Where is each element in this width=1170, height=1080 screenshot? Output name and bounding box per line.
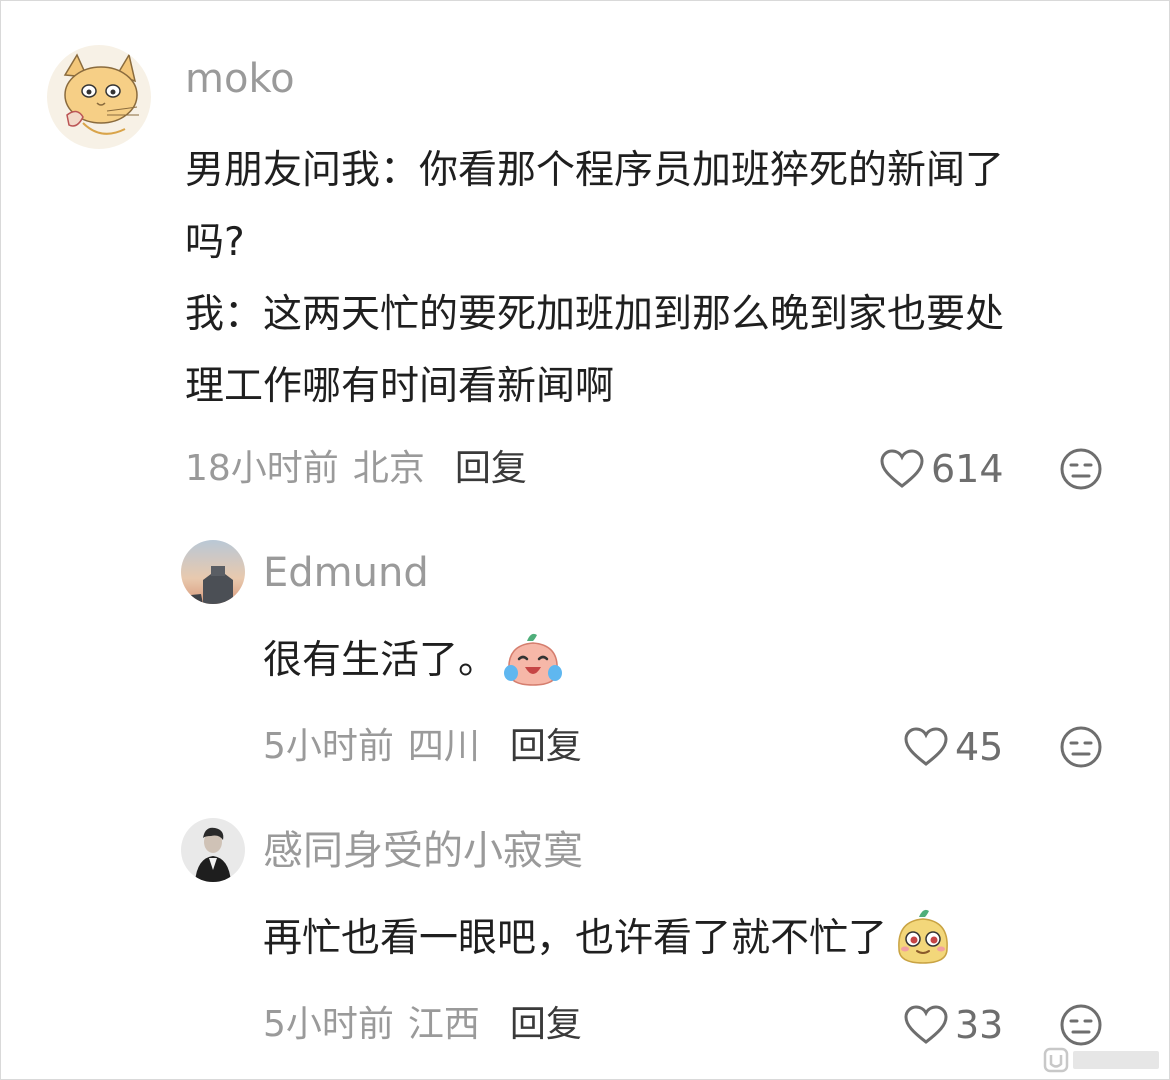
smug-emoji-icon [891, 905, 955, 969]
username[interactable]: Edmund [263, 553, 429, 593]
comment-text-line: 理工作哪有时间看新闻啊 [185, 364, 615, 409]
laughing-crying-emoji-icon [501, 627, 565, 691]
neutral-face-icon [1060, 448, 1102, 490]
sunset-building-avatar-icon [181, 540, 245, 604]
comment-text-content: 再忙也看一眼吧，也许看了就不忙了 [263, 916, 888, 961]
reply-button[interactable]: 回复 [510, 1007, 582, 1043]
like-button[interactable]: 45 [903, 726, 1003, 768]
comment-text: 再忙也看一眼吧，也许看了就不忙了 [263, 903, 955, 975]
username[interactable]: 感同身受的小寂寞 [263, 831, 583, 871]
cat-sketch-avatar-icon [47, 45, 151, 149]
like-count: 45 [955, 725, 1004, 769]
username[interactable]: moko [185, 59, 295, 99]
avatar[interactable] [181, 540, 245, 604]
comment-text-line: 男朋友问我：你看那个程序员加班猝死的新闻了 [185, 148, 1005, 193]
comment-time: 5小时前 [263, 726, 394, 767]
dislike-button[interactable] [1059, 725, 1103, 769]
comment-text-line: 吗? [185, 220, 245, 265]
heart-icon [904, 727, 948, 766]
avatar[interactable] [181, 818, 245, 882]
like-count: 33 [955, 1003, 1004, 1047]
neutral-face-icon [1060, 726, 1102, 768]
comment-text: 很有生活了。 [263, 625, 565, 697]
heart-icon [880, 449, 924, 488]
comment-text-line: 我：这两天忙的要死加班加到那么晚到家也要处 [185, 292, 1005, 337]
comment-meta: 18小时前 北京 回复 [185, 451, 527, 487]
dislike-button[interactable] [1059, 447, 1103, 491]
comment-list: moko 男朋友问我：你看那个程序员加班猝死的新闻了 吗? 我：这两天忙的要死加… [0, 0, 1170, 1080]
comment-meta: 5小时前 四川 回复 [263, 729, 582, 765]
dislike-button[interactable] [1059, 1003, 1103, 1047]
person-suit-avatar-icon [181, 818, 245, 882]
comment-location: 四川 [407, 726, 480, 767]
comment-text-content: 很有生活了。 [263, 638, 498, 683]
heart-icon [904, 1005, 948, 1044]
reply-button[interactable]: 回复 [455, 451, 527, 487]
like-button[interactable]: 33 [903, 1004, 1003, 1046]
comment-location: 江西 [407, 1004, 480, 1045]
reply-button[interactable]: 回复 [510, 729, 582, 765]
comment-time: 5小时前 [263, 1004, 394, 1045]
watermark-icon [1043, 1047, 1159, 1073]
like-button[interactable]: 614 [879, 448, 1004, 490]
neutral-face-icon [1060, 1004, 1102, 1046]
comment-time: 18小时前 [185, 448, 339, 489]
avatar[interactable] [47, 45, 151, 149]
like-count: 614 [931, 447, 1004, 491]
comment-location: 北京 [352, 448, 425, 489]
comment-meta: 5小时前 江西 回复 [263, 1007, 582, 1043]
watermark-logo [1043, 1045, 1163, 1075]
